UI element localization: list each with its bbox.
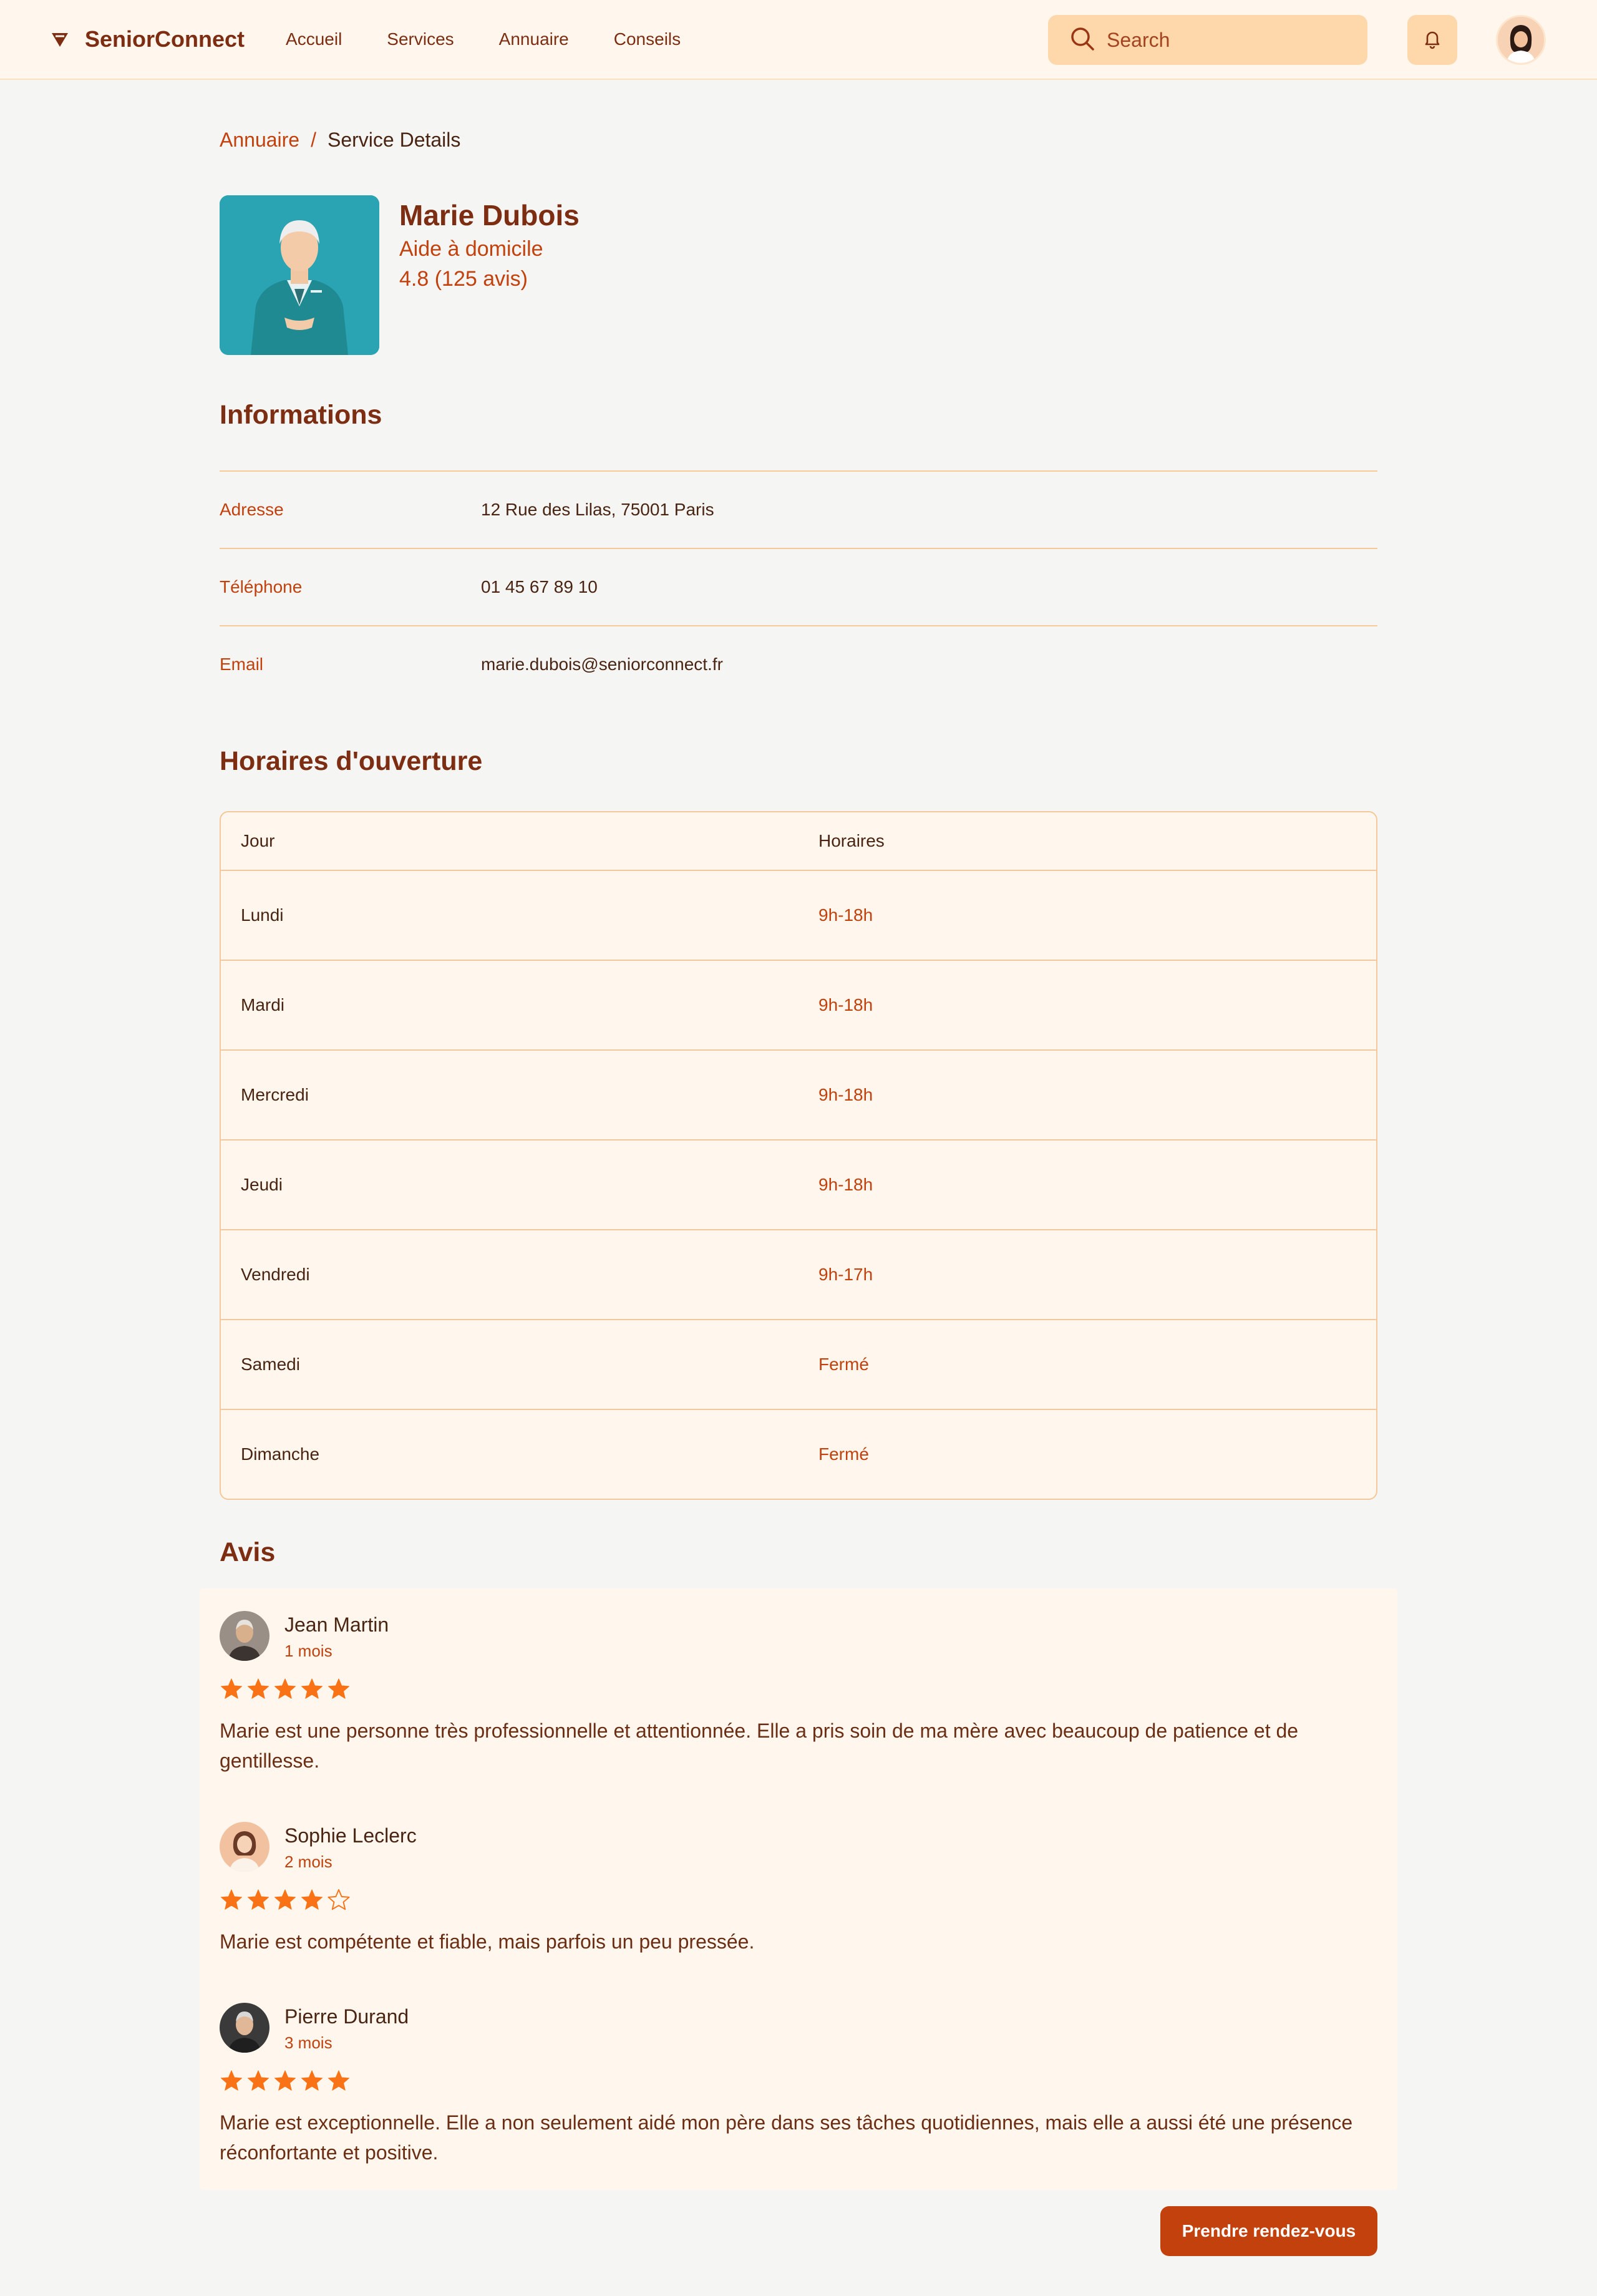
nav-item-services[interactable]: Services xyxy=(387,29,454,49)
hours-cell: 9h-18h xyxy=(818,905,873,925)
review-time: 3 mois xyxy=(284,2033,333,2052)
profile-role: Aide à domicile xyxy=(399,237,543,261)
section-title-avis: Avis xyxy=(220,1537,276,1567)
table-header-row: Jour Horaires xyxy=(221,812,1376,870)
day-cell: Mardi xyxy=(241,995,285,1014)
table-row: Mercredi 9h-18h xyxy=(221,1049,1376,1139)
brand[interactable]: SeniorConnect xyxy=(50,26,245,52)
star-filled-icon xyxy=(327,2069,351,2094)
star-filled-icon xyxy=(300,1888,324,1913)
profile-rating: 4.8 (125 avis) xyxy=(399,267,528,291)
breadcrumb-current: Service Details xyxy=(327,129,461,151)
day-cell: Samedi xyxy=(241,1355,300,1374)
column-header-jour: Jour xyxy=(241,831,275,850)
avatar xyxy=(220,2003,269,2053)
hours-table: Jour Horaires Lundi 9h-18h Mardi 9h-18h … xyxy=(220,811,1377,1500)
brand-name: SeniorConnect xyxy=(85,26,245,52)
review-time: 1 mois xyxy=(284,1642,333,1660)
search-icon xyxy=(1069,26,1095,55)
profile-header: Marie Dubois Aide à domicile 4.8 (125 av… xyxy=(220,195,580,355)
avatar xyxy=(220,1822,269,1872)
logo-icon xyxy=(50,29,70,49)
profile-photo xyxy=(220,195,379,355)
hours-cell: Fermé xyxy=(818,1444,869,1464)
day-cell: Jeudi xyxy=(241,1175,283,1194)
review-text: Marie est une personne très professionne… xyxy=(220,1720,1299,1772)
review-time: 2 mois xyxy=(284,1852,333,1871)
info-label: Email xyxy=(220,654,264,674)
hours-cell: 9h-18h xyxy=(818,1175,873,1194)
table-row: Dimanche Fermé xyxy=(221,1409,1376,1499)
table-row: Jeudi 9h-18h xyxy=(221,1139,1376,1229)
star-filled-icon xyxy=(220,1888,243,1913)
star-filled-icon xyxy=(220,2069,243,2094)
info-row-address: Adresse 12 Rue des Lilas, 75001 Paris xyxy=(220,470,1377,548)
profile-info: Marie Dubois Aide à domicile 4.8 (125 av… xyxy=(399,197,580,355)
star-filled-icon xyxy=(273,1888,297,1913)
review-item: Sophie Leclerc 2 mois Marie est compéten… xyxy=(220,1822,1377,1957)
info-table: Adresse 12 Rue des Lilas, 75001 Paris Té… xyxy=(220,470,1377,703)
nav-item-conseils[interactable]: Conseils xyxy=(614,29,681,49)
star-filled-icon xyxy=(327,1677,351,1702)
main-nav: Accueil Services Annuaire Conseils xyxy=(286,29,681,49)
info-label: Adresse xyxy=(220,500,284,519)
book-appointment-button[interactable]: Prendre rendez-vous xyxy=(1160,2206,1377,2256)
reviewer-name: Sophie Leclerc xyxy=(284,1824,417,1847)
star-filled-icon xyxy=(300,1677,324,1702)
nav-item-accueil[interactable]: Accueil xyxy=(286,29,342,49)
table-row: Vendredi 9h-17h xyxy=(221,1229,1376,1319)
star-rating xyxy=(220,2069,1377,2094)
day-cell: Dimanche xyxy=(241,1444,320,1464)
star-filled-icon xyxy=(273,1677,297,1702)
hours-cell: Fermé xyxy=(818,1355,869,1374)
reviewer-name: Pierre Durand xyxy=(284,2005,409,2028)
breadcrumb-separator: / xyxy=(311,129,316,151)
day-cell: Lundi xyxy=(241,905,284,925)
breadcrumb: Annuaire / Service Details xyxy=(220,129,460,152)
review-text: Marie est compétente et fiable, mais par… xyxy=(220,1930,755,1953)
star-rating xyxy=(220,1888,1377,1913)
reviewer-name: Jean Martin xyxy=(284,1613,389,1636)
star-filled-icon xyxy=(246,1677,270,1702)
section-title-informations: Informations xyxy=(220,400,382,430)
hours-cell: 9h-18h xyxy=(818,1085,873,1104)
table-row: Mardi 9h-18h xyxy=(221,960,1376,1049)
star-filled-icon xyxy=(220,1677,243,1702)
day-cell: Vendredi xyxy=(241,1265,310,1284)
bell-icon xyxy=(1421,27,1444,53)
day-cell: Mercredi xyxy=(241,1085,309,1104)
nav-item-annuaire[interactable]: Annuaire xyxy=(499,29,569,49)
star-filled-icon xyxy=(273,2069,297,2094)
column-header-horaires: Horaires xyxy=(818,831,885,850)
hours-cell: 9h-18h xyxy=(818,995,873,1014)
star-rating xyxy=(220,1677,1377,1702)
profile-name: Marie Dubois xyxy=(399,199,580,231)
breadcrumb-link-annuaire[interactable]: Annuaire xyxy=(220,129,299,152)
table-row: Samedi Fermé xyxy=(221,1319,1376,1409)
user-avatar[interactable] xyxy=(1496,15,1546,65)
section-title-horaires: Horaires d'ouverture xyxy=(220,746,483,776)
reviews-list: Jean Martin 1 mois Marie est une personn… xyxy=(200,1588,1397,2190)
info-label: Téléphone xyxy=(220,577,303,596)
table-row: Lundi 9h-18h xyxy=(221,870,1376,960)
avatar xyxy=(220,1611,269,1661)
review-text: Marie est exceptionnelle. Elle a non seu… xyxy=(220,2111,1353,2164)
info-value[interactable]: 01 45 67 89 10 xyxy=(481,577,598,597)
review-item: Pierre Durand 3 mois Marie est exception… xyxy=(220,2003,1377,2167)
star-filled-icon xyxy=(246,2069,270,2094)
search-input[interactable] xyxy=(1107,28,1344,52)
notifications-button[interactable] xyxy=(1407,15,1457,65)
top-nav-bar: SeniorConnect Accueil Services Annuaire … xyxy=(0,0,1597,80)
star-empty-icon xyxy=(327,1888,351,1913)
info-value[interactable]: marie.dubois@seniorconnect.fr xyxy=(481,654,723,674)
search-box[interactable] xyxy=(1048,15,1367,65)
info-row-phone: Téléphone 01 45 67 89 10 xyxy=(220,548,1377,625)
hours-cell: 9h-17h xyxy=(818,1265,873,1284)
info-value: 12 Rue des Lilas, 75001 Paris xyxy=(481,500,714,519)
review-item: Jean Martin 1 mois Marie est une personn… xyxy=(220,1611,1377,1776)
info-row-email: Email marie.dubois@seniorconnect.fr xyxy=(220,625,1377,703)
star-filled-icon xyxy=(246,1888,270,1913)
star-filled-icon xyxy=(300,2069,324,2094)
